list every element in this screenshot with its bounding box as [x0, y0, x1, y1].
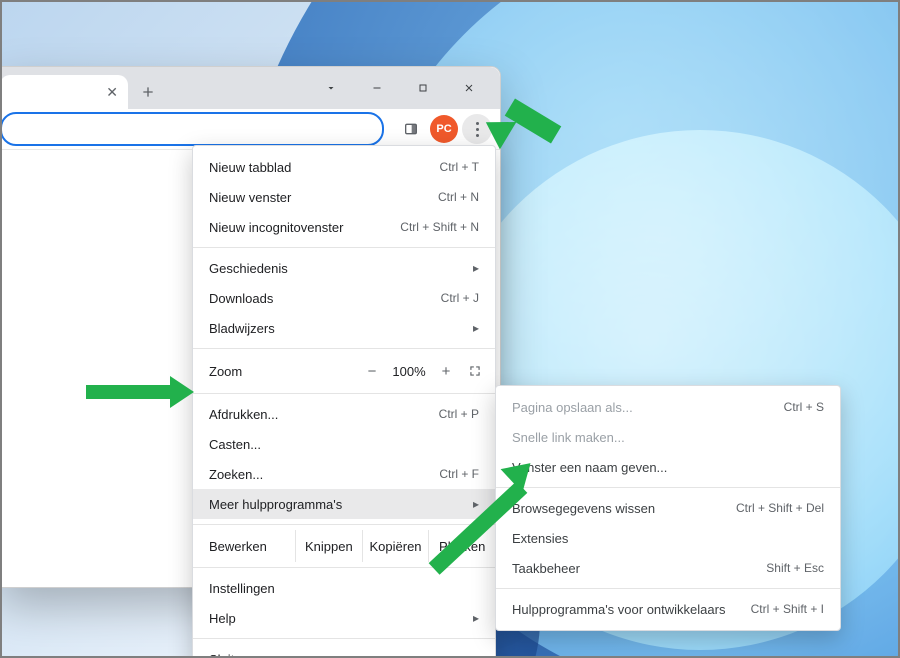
window-maximize-button[interactable]	[400, 67, 446, 109]
tab-strip: ✕	[0, 67, 500, 109]
menu-new-incognito[interactable]: Nieuw incognitovensterCtrl + Shift + N	[193, 212, 495, 242]
submenu-developer-tools[interactable]: Hulpprogramma's voor ontwikkelaarsCtrl +…	[496, 594, 840, 624]
menu-separator	[496, 487, 840, 488]
menu-separator	[193, 638, 495, 639]
menu-settings[interactable]: Instellingen	[193, 573, 495, 603]
chevron-right-icon: ▸	[473, 321, 479, 335]
zoom-value: 100%	[387, 364, 431, 379]
submenu-clear-browsing-data[interactable]: Browsegegevens wissenCtrl + Shift + Del	[496, 493, 840, 523]
submenu-name-window[interactable]: Venster een naam geven...	[496, 452, 840, 482]
menu-bookmarks[interactable]: Bladwijzers▸	[193, 313, 495, 343]
zoom-in-button[interactable]: +	[431, 363, 461, 380]
submenu-create-shortcut[interactable]: Snelle link maken...	[496, 422, 840, 452]
address-bar[interactable]	[0, 112, 384, 146]
submenu-extensions[interactable]: Extensies	[496, 523, 840, 553]
edit-cut-button[interactable]: Knippen	[296, 530, 363, 562]
chevron-right-icon: ▸	[473, 611, 479, 625]
chrome-main-menu: Nieuw tabbladCtrl + T Nieuw vensterCtrl …	[192, 145, 496, 658]
tab-search-button[interactable]	[308, 67, 354, 109]
fullscreen-button[interactable]	[461, 359, 489, 383]
menu-new-tab[interactable]: Nieuw tabbladCtrl + T	[193, 152, 495, 182]
active-tab[interactable]: ✕	[0, 75, 128, 109]
window-minimize-button[interactable]	[354, 67, 400, 109]
edit-copy-button[interactable]: Kopiëren	[363, 530, 430, 562]
menu-zoom-row: Zoom − 100% +	[193, 354, 495, 388]
menu-print[interactable]: Afdrukken...Ctrl + P	[193, 399, 495, 429]
submenu-save-page[interactable]: Pagina opslaan als...Ctrl + S	[496, 392, 840, 422]
browser-toolbar: PC	[0, 109, 500, 150]
menu-more-tools[interactable]: Meer hulpprogramma's▸	[193, 489, 495, 519]
menu-separator	[193, 247, 495, 248]
more-tools-submenu: Pagina opslaan als...Ctrl + S Snelle lin…	[495, 385, 841, 631]
menu-separator	[193, 567, 495, 568]
close-tab-icon[interactable]: ✕	[106, 84, 118, 101]
zoom-out-button[interactable]: −	[357, 363, 387, 380]
submenu-task-manager[interactable]: TaakbeheerShift + Esc	[496, 553, 840, 583]
edit-label: Bewerken	[193, 530, 296, 562]
window-close-button[interactable]	[446, 67, 492, 109]
menu-exit[interactable]: Sluiten	[193, 644, 495, 658]
menu-cast[interactable]: Casten...	[193, 429, 495, 459]
menu-history[interactable]: Geschiedenis▸	[193, 253, 495, 283]
chevron-right-icon: ▸	[473, 261, 479, 275]
menu-separator	[193, 393, 495, 394]
menu-edit-row: Bewerken Knippen Kopiëren Plakken	[193, 530, 495, 562]
menu-new-window[interactable]: Nieuw vensterCtrl + N	[193, 182, 495, 212]
menu-downloads[interactable]: DownloadsCtrl + J	[193, 283, 495, 313]
zoom-label: Zoom	[209, 364, 357, 379]
side-panel-button[interactable]	[396, 114, 426, 144]
edit-paste-button[interactable]: Plakken	[429, 530, 495, 562]
menu-separator	[193, 524, 495, 525]
menu-help[interactable]: Help▸	[193, 603, 495, 633]
chrome-menu-button[interactable]	[462, 114, 492, 144]
chevron-right-icon: ▸	[473, 497, 479, 511]
profile-avatar[interactable]: PC	[430, 115, 458, 143]
menu-separator	[496, 588, 840, 589]
menu-separator	[193, 348, 495, 349]
new-tab-button[interactable]	[134, 78, 162, 106]
menu-find[interactable]: Zoeken...Ctrl + F	[193, 459, 495, 489]
